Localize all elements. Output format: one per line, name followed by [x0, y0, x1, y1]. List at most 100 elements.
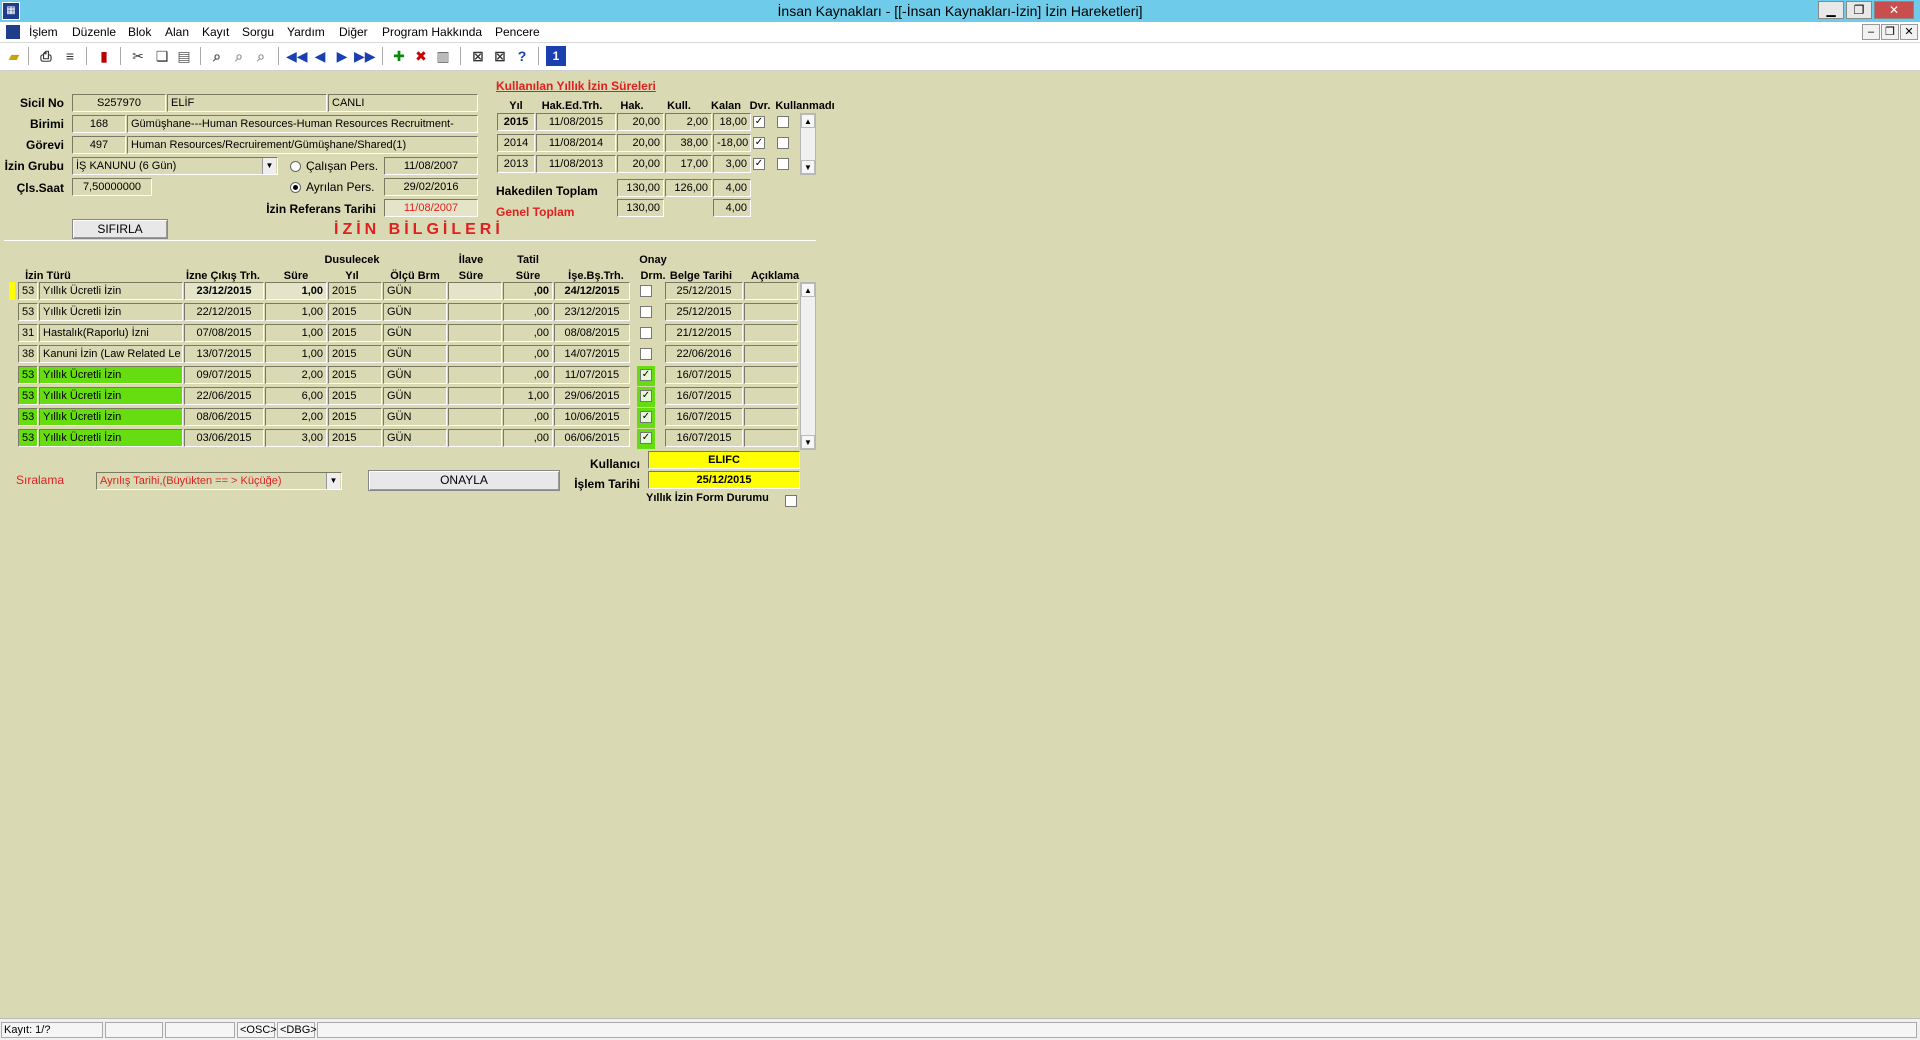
- yillik-kalan-cell[interactable]: 3,00: [713, 155, 751, 173]
- calisan-date-field[interactable]: 11/08/2007: [384, 157, 478, 175]
- grid-cikis-cell[interactable]: 22/06/2015: [184, 387, 264, 405]
- grid-aciklama-cell[interactable]: [744, 303, 798, 321]
- menu-sorgu[interactable]: Sorgu: [242, 22, 274, 43]
- grid-onay-checkbox[interactable]: ✓: [640, 390, 652, 402]
- yillik-dvr-checkbox[interactable]: ✓: [753, 116, 765, 128]
- grid-ilave-cell[interactable]: [448, 387, 502, 405]
- menu-kayit[interactable]: Kayıt: [202, 22, 229, 43]
- document-icon[interactable]: [6, 25, 20, 39]
- grid-belge-cell[interactable]: 22/06/2016: [665, 345, 743, 363]
- grid-tur-cell[interactable]: Kanuni İzin (Law Related Le: [39, 345, 183, 363]
- grid-ilave-cell[interactable]: [448, 345, 502, 363]
- menu-diger[interactable]: Diğer: [339, 22, 368, 43]
- siralama-select[interactable]: Ayrılış Tarihi,(Büyükten == > Küçüğe): [96, 472, 342, 490]
- menu-pencere[interactable]: Pencere: [495, 22, 540, 43]
- last-record-icon[interactable]: ▶▶: [354, 46, 376, 66]
- grid-yil-cell[interactable]: 2015: [328, 345, 382, 363]
- first-name-field[interactable]: ELİF: [167, 94, 327, 112]
- first-record-icon[interactable]: ◀◀: [286, 46, 308, 66]
- birim-code-field[interactable]: 168: [72, 115, 126, 133]
- grid-tatil-cell[interactable]: ,00: [503, 324, 553, 342]
- yillik-kalan-cell[interactable]: -18,00: [713, 134, 751, 152]
- grid-ise-bs-cell[interactable]: 24/12/2015: [554, 282, 630, 300]
- grid-tur-cell[interactable]: Yıllık Ücretli İzin: [39, 387, 183, 405]
- grid-ise-bs-cell[interactable]: 14/07/2015: [554, 345, 630, 363]
- exit-icon[interactable]: ▮: [94, 46, 114, 66]
- grid-belge-cell[interactable]: 25/12/2015: [665, 282, 743, 300]
- grid-onay-checkbox[interactable]: [640, 348, 652, 360]
- form-durumu-checkbox[interactable]: [785, 495, 797, 507]
- grid-tatil-cell[interactable]: ,00: [503, 366, 553, 384]
- grid-tur-cell[interactable]: Yıllık Ücretli İzin: [39, 303, 183, 321]
- grid-tur-cell[interactable]: Yıllık Ücretli İzin: [39, 429, 183, 447]
- grid-ilave-cell[interactable]: [448, 408, 502, 426]
- grid-olcu-cell[interactable]: GÜN: [383, 408, 447, 426]
- grid-aciklama-cell[interactable]: [744, 345, 798, 363]
- grid-belge-cell[interactable]: 16/07/2015: [665, 366, 743, 384]
- grid-kod-cell[interactable]: 53: [18, 408, 38, 426]
- close-button[interactable]: ✕: [1874, 1, 1914, 19]
- menu-blok[interactable]: Blok: [128, 22, 151, 43]
- grid-sure-cell[interactable]: 6,00: [265, 387, 327, 405]
- grid-kod-cell[interactable]: 53: [18, 429, 38, 447]
- yillik-hak-ed-cell[interactable]: 11/08/2015: [536, 113, 616, 131]
- grid-scrollbar[interactable]: ▲ ▼: [800, 282, 816, 450]
- grid-ilave-cell[interactable]: [448, 366, 502, 384]
- grid-cikis-cell[interactable]: 23/12/2015: [184, 282, 264, 300]
- grid-onay-checkbox[interactable]: ✓: [640, 369, 652, 381]
- yillik-hak-cell[interactable]: 20,00: [617, 113, 664, 131]
- grid-sure-cell[interactable]: 2,00: [265, 366, 327, 384]
- grid-belge-cell[interactable]: 16/07/2015: [665, 408, 743, 426]
- grid-cikis-cell[interactable]: 13/07/2015: [184, 345, 264, 363]
- grid-aciklama-cell[interactable]: [744, 324, 798, 342]
- chevron-down-icon[interactable]: ▼: [262, 158, 276, 174]
- yillik-hak-ed-cell[interactable]: 11/08/2014: [536, 134, 616, 152]
- birim-name-field[interactable]: Gümüşhane---Human Resources-Human Resour…: [127, 115, 478, 133]
- grid-onay-checkbox[interactable]: [640, 327, 652, 339]
- grid-cikis-cell[interactable]: 08/06/2015: [184, 408, 264, 426]
- grid-tur-cell[interactable]: Yıllık Ücretli İzin: [39, 282, 183, 300]
- open-icon[interactable]: ▰: [4, 46, 24, 66]
- menu-yardim[interactable]: Yardım: [287, 22, 325, 43]
- grid-sure-cell[interactable]: 1,00: [265, 303, 327, 321]
- chevron-down-icon[interactable]: ▼: [326, 473, 340, 489]
- grid-ilave-cell[interactable]: [448, 303, 502, 321]
- referans-date-field[interactable]: 11/08/2007: [384, 199, 478, 217]
- grid-belge-cell[interactable]: 16/07/2015: [665, 387, 743, 405]
- grid-olcu-cell[interactable]: GÜN: [383, 429, 447, 447]
- yillik-kullanmadi-checkbox[interactable]: [777, 137, 789, 149]
- grid-tatil-cell[interactable]: ,00: [503, 429, 553, 447]
- yillik-hak-ed-cell[interactable]: 11/08/2013: [536, 155, 616, 173]
- yillik-scrollbar[interactable]: ▲ ▼: [800, 113, 816, 175]
- grid-belge-cell[interactable]: 16/07/2015: [665, 429, 743, 447]
- grid-sure-cell[interactable]: 2,00: [265, 408, 327, 426]
- gorev-code-field[interactable]: 497: [72, 136, 126, 154]
- grid-olcu-cell[interactable]: GÜN: [383, 303, 447, 321]
- grid-sure-cell[interactable]: 1,00: [265, 324, 327, 342]
- grid-olcu-cell[interactable]: GÜN: [383, 366, 447, 384]
- yillik-kull-cell[interactable]: 2,00: [665, 113, 712, 131]
- prev-record-icon[interactable]: ◀: [310, 46, 330, 66]
- grid-ise-bs-cell[interactable]: 08/08/2015: [554, 324, 630, 342]
- query-icon[interactable]: ⌕: [207, 46, 227, 66]
- grid-aciklama-cell[interactable]: [744, 366, 798, 384]
- grid-yil-cell[interactable]: 2015: [328, 324, 382, 342]
- grid-onay-checkbox[interactable]: [640, 285, 652, 297]
- scroll-down-icon[interactable]: ▼: [801, 160, 815, 174]
- delete-record-icon[interactable]: ✖: [411, 46, 431, 66]
- mdi-close-button[interactable]: ✕: [1900, 24, 1918, 40]
- grid-cikis-cell[interactable]: 22/12/2015: [184, 303, 264, 321]
- yillik-kullanmadi-checkbox[interactable]: [777, 158, 789, 170]
- grid-sure-cell[interactable]: 1,00: [265, 345, 327, 363]
- menu-duzenle[interactable]: Düzenle: [72, 22, 116, 43]
- izin-grubu-select[interactable]: İŞ KANUNU (6 Gün): [72, 157, 278, 175]
- minimize-button[interactable]: ▁: [1818, 1, 1844, 19]
- yillik-hak-cell[interactable]: 20,00: [617, 155, 664, 173]
- sifirla-button[interactable]: SIFIRLA: [72, 219, 168, 239]
- yillik-year-cell[interactable]: 2013: [497, 155, 535, 173]
- grid-kod-cell[interactable]: 53: [18, 366, 38, 384]
- grid-cikis-cell[interactable]: 03/06/2015: [184, 429, 264, 447]
- print-icon[interactable]: ⎙: [36, 46, 56, 66]
- grid-aciklama-cell[interactable]: [744, 429, 798, 447]
- grid-ise-bs-cell[interactable]: 11/07/2015: [554, 366, 630, 384]
